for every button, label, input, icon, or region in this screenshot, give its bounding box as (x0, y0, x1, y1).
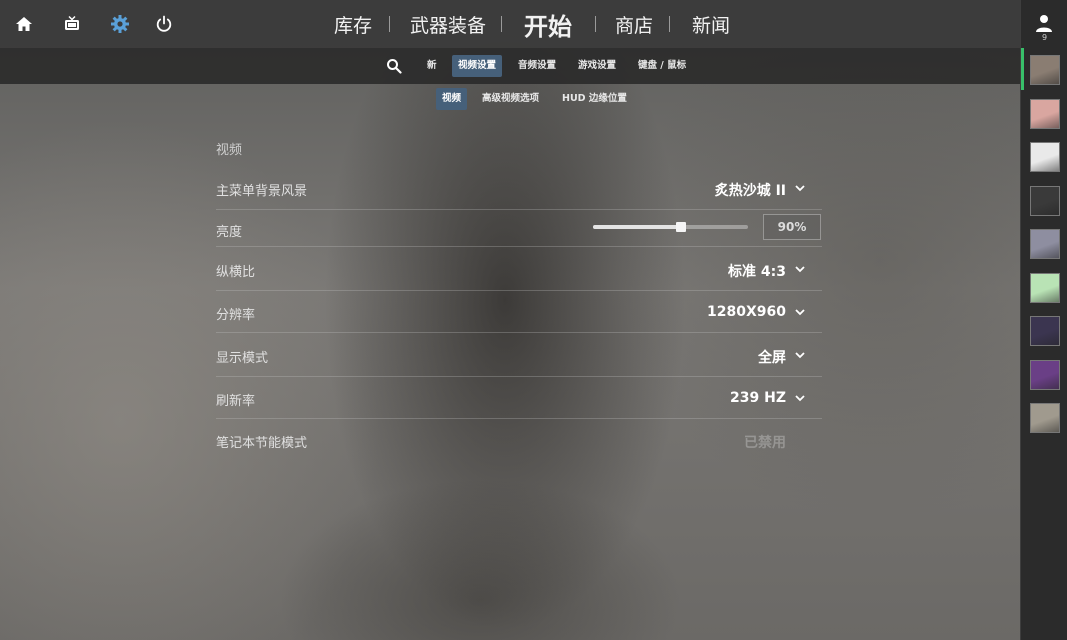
chevron-down-icon[interactable] (794, 182, 806, 194)
chevron-down-icon[interactable] (794, 306, 806, 318)
setting-row-background: 主菜单背景风景 炙热沙城 II (216, 168, 822, 210)
setting-label: 笔记本节能模式 (216, 436, 308, 451)
friend-avatar[interactable] (1030, 142, 1060, 172)
setting-label: 纵横比 (216, 265, 256, 280)
setting-dropdown-value[interactable]: 标准 4:3 (728, 261, 786, 281)
chevron-down-icon[interactable] (794, 392, 806, 404)
nav-inventory[interactable]: 库存 (334, 0, 372, 48)
setting-row-display-mode: 显示模式 全屏 (216, 333, 822, 377)
tab-video-settings[interactable]: 视频设置 (452, 55, 503, 77)
nav-divider (501, 16, 502, 32)
tv-icon[interactable] (60, 12, 84, 36)
nav-divider (389, 16, 390, 32)
friend-avatar[interactable] (1030, 229, 1060, 259)
nav-store[interactable]: 商店 (615, 0, 653, 48)
tab-new[interactable]: 新 (421, 55, 443, 77)
slider-fill (593, 225, 682, 229)
top-bar: 库存 武器装备 开始 商店 新闻 (0, 0, 1020, 48)
friend-avatar[interactable] (1030, 316, 1060, 346)
tab-keyboard-mouse[interactable]: 键盘 / 鼠标 (632, 55, 692, 77)
setting-row-refresh-rate: 刷新率 239 HZ (216, 377, 822, 419)
gear-icon[interactable] (108, 12, 132, 36)
chevron-down-icon[interactable] (794, 349, 806, 361)
setting-dropdown-value[interactable]: 1280X960 (707, 304, 786, 320)
friend-avatar[interactable] (1030, 55, 1060, 85)
setting-row-aspect-ratio: 纵横比 标准 4:3 (216, 247, 822, 291)
subtab-hud-edge[interactable]: HUD 边缘位置 (556, 88, 633, 110)
settings-tab-bar: 新 视频设置 音频设置 游戏设置 键盘 / 鼠标 (0, 48, 1020, 84)
nav-divider (595, 16, 596, 32)
chevron-down-icon[interactable] (794, 263, 806, 275)
setting-row-brightness: 亮度 90% (216, 210, 822, 247)
setting-row-resolution: 分辨率 1280X960 (216, 291, 822, 333)
home-icon[interactable] (12, 12, 36, 36)
tab-game-settings[interactable]: 游戏设置 (572, 55, 622, 77)
setting-dropdown-value[interactable]: 239 HZ (730, 390, 786, 406)
setting-row-laptop-power: 笔记本节能模式 已禁用 (216, 419, 822, 463)
setting-label: 主菜单背景风景 (216, 184, 308, 199)
setting-label: 显示模式 (216, 351, 269, 366)
subtab-advanced-video[interactable]: 高级视频选项 (476, 88, 545, 110)
setting-dropdown-value[interactable]: 全屏 (758, 347, 786, 367)
setting-dropdown-value[interactable]: 炙热沙城 II (715, 180, 786, 200)
brightness-value-input[interactable]: 90% (763, 214, 821, 240)
search-icon[interactable] (382, 54, 406, 78)
setting-dropdown-value: 已禁用 (744, 435, 786, 451)
user-icon[interactable] (1034, 13, 1054, 33)
friend-avatar[interactable] (1030, 359, 1060, 390)
tab-audio-settings[interactable]: 音频设置 (512, 55, 562, 77)
friend-avatar[interactable] (1030, 272, 1060, 303)
nav-divider (669, 16, 670, 32)
friend-avatar[interactable] (1030, 403, 1060, 433)
subtab-video[interactable]: 视频 (436, 88, 468, 110)
online-friends-count: 9 (1041, 33, 1048, 42)
setting-label: 分辨率 (216, 308, 256, 323)
section-title: 视频 (216, 143, 243, 158)
slider-handle[interactable] (676, 222, 687, 232)
friend-avatar[interactable] (1030, 98, 1060, 129)
brightness-slider[interactable] (593, 222, 748, 232)
power-icon[interactable] (152, 12, 176, 36)
friend-avatar[interactable] (1030, 185, 1060, 216)
nav-play[interactable]: 开始 (524, 0, 572, 48)
nav-loadout[interactable]: 武器装备 (410, 0, 486, 48)
active-friend-indicator (1021, 48, 1024, 90)
nav-news[interactable]: 新闻 (692, 0, 730, 48)
setting-label: 刷新率 (216, 394, 256, 409)
friends-sidebar: 9 (1020, 0, 1067, 640)
setting-label: 亮度 (216, 225, 243, 240)
